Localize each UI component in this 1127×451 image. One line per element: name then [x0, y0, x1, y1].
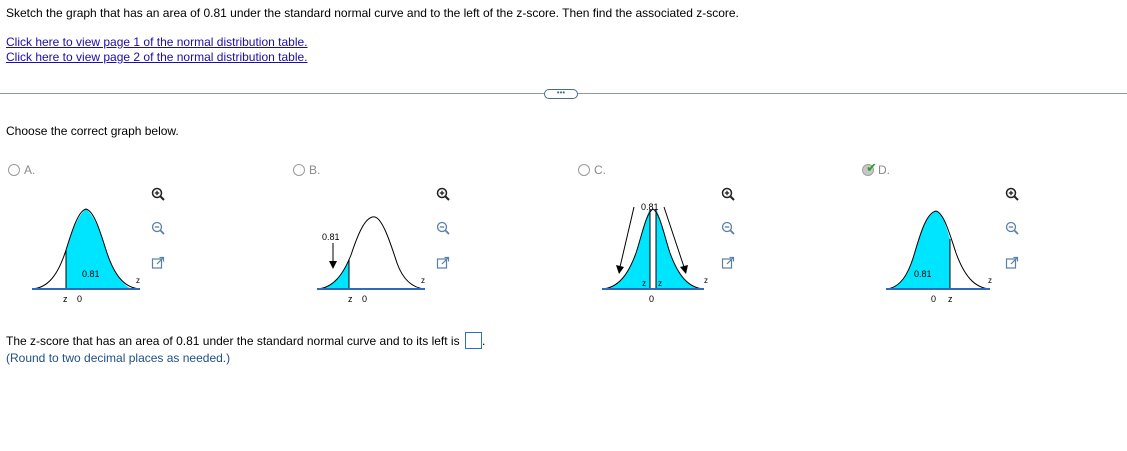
radio-a[interactable]	[8, 164, 20, 176]
zoom-in-icon[interactable]	[1005, 187, 1019, 201]
graph-d-z-tick: z	[948, 294, 953, 304]
popout-icon[interactable]	[436, 256, 450, 270]
graph-a: 0.81 z 0 z	[31, 208, 141, 304]
graph-c-curve	[601, 208, 705, 290]
checkmark-icon: ✔	[866, 160, 877, 175]
graph-c-zero-tick: 0	[649, 294, 654, 304]
zoom-in-icon[interactable]	[436, 187, 450, 201]
graph-d-axis-label: z	[988, 276, 992, 285]
choose-prompt: Choose the correct graph below.	[6, 124, 179, 138]
zoom-out-icon[interactable]	[721, 221, 735, 235]
popout-icon[interactable]	[721, 256, 735, 270]
option-b-letter: B.	[309, 163, 321, 177]
graph-a-axis-label: z	[136, 276, 140, 285]
graph-d-area-label: 0.81	[914, 269, 932, 279]
graph-b-z-tick: z	[348, 294, 353, 304]
table-page-1-link[interactable]: Click here to view page 1 of the normal …	[6, 35, 308, 49]
answer-text: The z-score that has an area of 0.81 und…	[6, 334, 460, 348]
graph-b: 0.81 z 0 z	[316, 216, 426, 304]
graph-c-axis-label: z	[704, 276, 708, 285]
popout-icon[interactable]	[151, 256, 165, 270]
zoom-in-icon[interactable]	[721, 187, 735, 201]
more-button[interactable]: •••	[544, 89, 578, 99]
graph-b-axis-label: z	[421, 276, 425, 285]
answer-input[interactable]	[464, 332, 482, 349]
graph-c: 0.81 z z 0 z	[601, 202, 708, 304]
graph-a-area-label: 0.81	[82, 269, 100, 279]
graph-c-fill	[602, 209, 702, 289]
option-a-letter: A.	[24, 163, 36, 177]
zoom-in-icon[interactable]	[151, 187, 165, 201]
graph-b-zero-tick: 0	[362, 294, 367, 304]
graph-d: 0.81 0 z z	[885, 210, 992, 304]
option-d[interactable]: ✔ D.	[862, 160, 890, 177]
popout-icon[interactable]	[1005, 256, 1019, 270]
radio-b[interactable]	[293, 164, 305, 176]
answer-suffix: .	[481, 334, 486, 348]
zoom-out-icon[interactable]	[436, 221, 450, 235]
zoom-out-icon[interactable]	[151, 221, 165, 235]
question-text: Sketch the graph that has an area of 0.8…	[6, 6, 739, 20]
option-b[interactable]: B.	[293, 163, 320, 177]
option-c-letter: C.	[594, 163, 606, 177]
radio-d[interactable]: ✔	[862, 160, 877, 176]
table-page-2-link[interactable]: Click here to view page 2 of the normal …	[6, 50, 308, 64]
option-d-letter: D.	[878, 163, 890, 177]
answer-line: The z-score that has an area of 0.81 und…	[6, 332, 485, 349]
rounding-hint: (Round to two decimal places as needed.)	[6, 351, 231, 365]
graph-a-zero-tick: 0	[77, 294, 82, 304]
graph-a-z-tick: z	[63, 294, 68, 304]
graph-c-area-label: 0.81	[641, 202, 659, 212]
option-c[interactable]: C.	[578, 163, 606, 177]
graph-b-area-label: 0.81	[322, 232, 340, 242]
radio-c[interactable]	[578, 164, 590, 176]
option-a[interactable]: A.	[8, 163, 35, 177]
zoom-out-icon[interactable]	[1005, 221, 1019, 235]
graph-c-z-right: z	[658, 279, 662, 288]
graph-d-zero-tick: 0	[931, 294, 936, 304]
graph-c-z-left: z	[642, 279, 646, 288]
